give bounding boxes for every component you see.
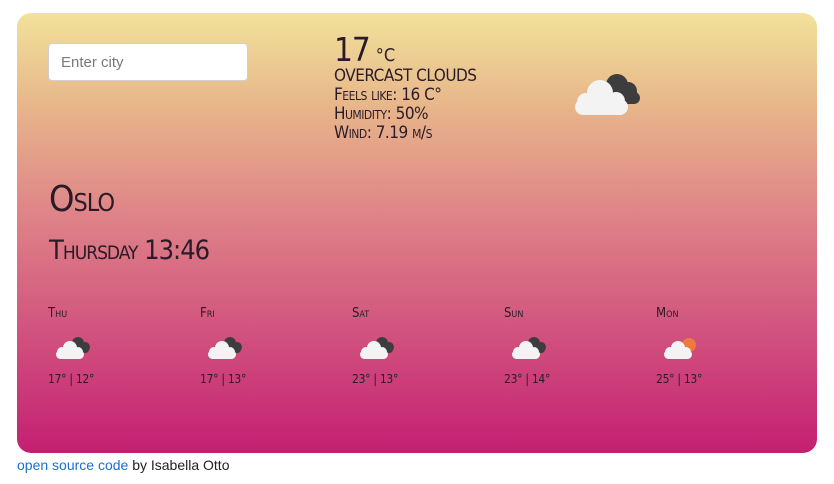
forecast-day-name: Thu bbox=[48, 306, 68, 321]
humidity: Humidity: 50% bbox=[334, 104, 429, 124]
partly-cloudy-sun-icon bbox=[664, 338, 696, 359]
feels-like: Feels like: 16 C° bbox=[334, 85, 442, 105]
overcast-clouds-icon bbox=[512, 337, 546, 359]
overcast-clouds-icon bbox=[575, 74, 640, 115]
forecast-day: Fri 17° | 13° bbox=[200, 306, 352, 386]
forecast-temps: 23° | 13° bbox=[352, 372, 399, 386]
forecast-day-name: Mon bbox=[656, 306, 679, 321]
forecast-day-name: Sun bbox=[504, 306, 524, 321]
footer: open source code by Isabella Otto bbox=[17, 457, 229, 473]
forecast-day: Sun 23° | 14° bbox=[504, 306, 656, 386]
forecast-list: Thu 17° | 12° Fri 17° | 13° Sat 23° | 13… bbox=[48, 306, 808, 386]
temperature-unit: °C bbox=[375, 45, 396, 66]
city-name: Oslo bbox=[49, 179, 115, 220]
forecast-day: Sat 23° | 13° bbox=[352, 306, 504, 386]
forecast-day-name: Fri bbox=[200, 306, 215, 321]
open-source-link[interactable]: open source code bbox=[17, 457, 128, 473]
current-temperature: 17 bbox=[334, 30, 371, 69]
forecast-day-name: Sat bbox=[352, 306, 370, 321]
current-weather: 17 °C overcast clouds Feels like: 16 C° … bbox=[334, 33, 477, 142]
weather-condition: overcast clouds bbox=[334, 66, 477, 86]
author-credit: by Isabella Otto bbox=[128, 457, 230, 473]
forecast-day: Thu 17° | 12° bbox=[48, 306, 200, 386]
wind-speed: Wind: 7.19 m/s bbox=[334, 123, 432, 143]
overcast-clouds-icon bbox=[360, 337, 394, 359]
forecast-temps: 17° | 12° bbox=[48, 372, 95, 386]
weather-card: 17 °C overcast clouds Feels like: 16 C° … bbox=[17, 13, 817, 453]
forecast-temps: 25° | 13° bbox=[656, 372, 703, 386]
overcast-clouds-icon bbox=[56, 337, 90, 359]
forecast-day: Mon 25° | 13° bbox=[656, 306, 808, 386]
forecast-temps: 23° | 14° bbox=[504, 372, 551, 386]
forecast-temps: 17° | 13° bbox=[200, 372, 247, 386]
city-search-input[interactable] bbox=[48, 43, 248, 81]
date-time: Thursday 13:46 bbox=[49, 235, 210, 266]
overcast-clouds-icon bbox=[208, 337, 242, 359]
